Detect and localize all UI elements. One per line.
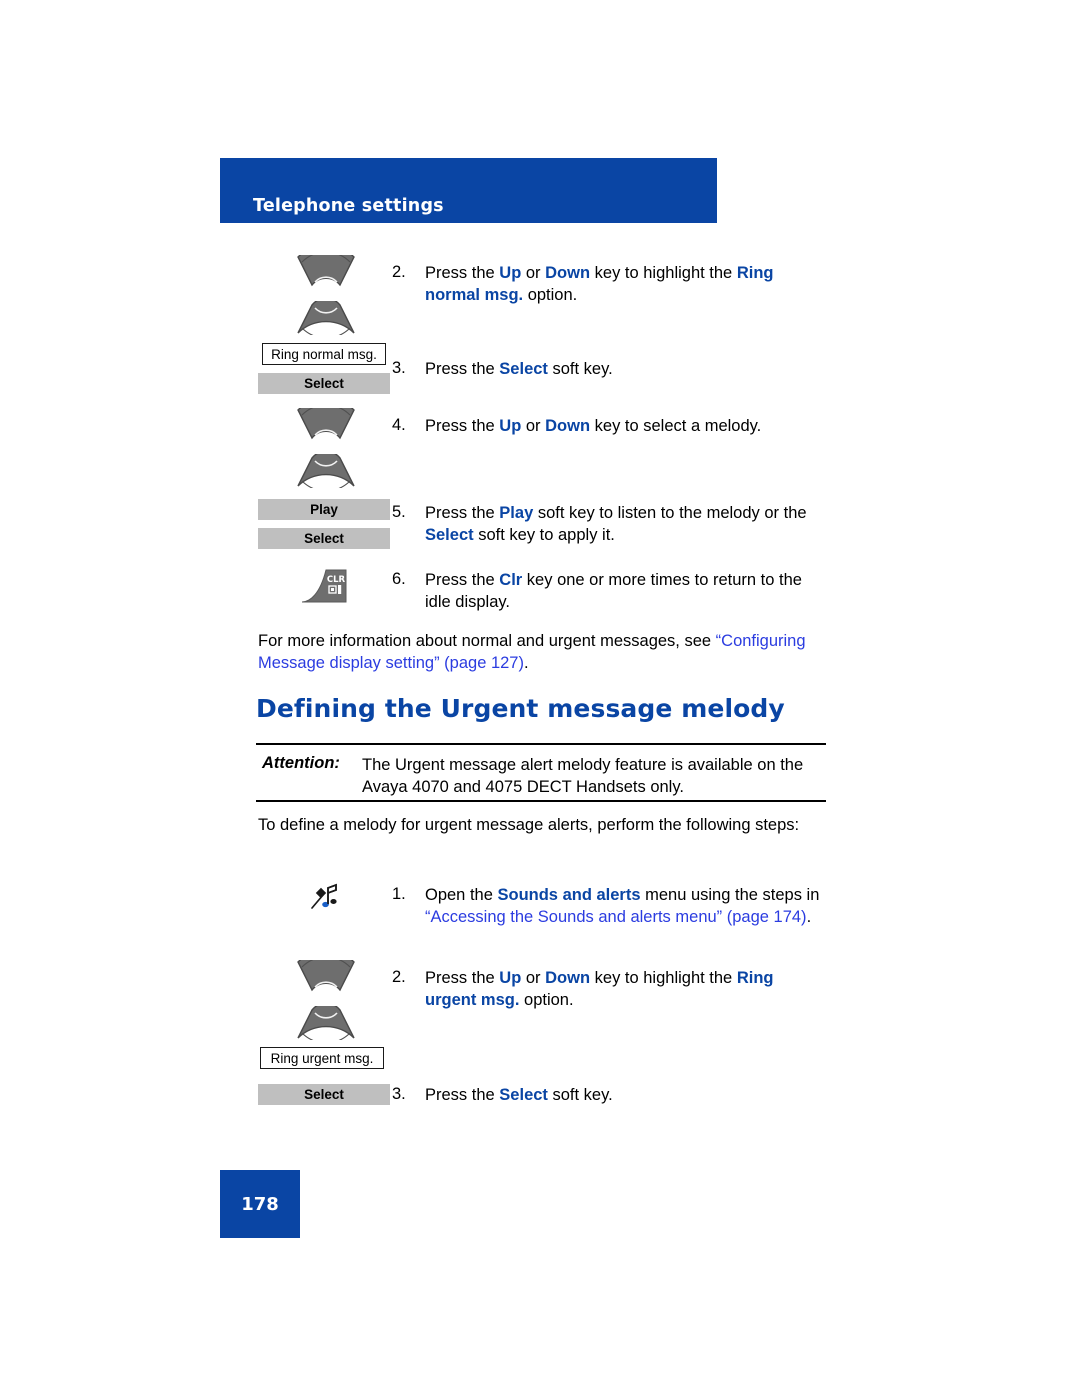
step-text: Press the Up or Down key to select a mel… <box>425 417 762 435</box>
attention-body: The Urgent message alert melody feature … <box>362 756 804 796</box>
step-number: 3. <box>392 359 406 377</box>
lcd-label-ring-urgent-msg: Ring urgent msg. <box>260 1047 384 1069</box>
step-text: Press the Up or Down key to highlight th… <box>425 264 774 304</box>
attention-top-rule <box>256 743 826 746</box>
step-text: Press the Clr key one or more times to r… <box>425 571 802 611</box>
attention-label: Attention: <box>262 754 340 772</box>
softkey-select-1[interactable]: Select <box>258 373 390 394</box>
rocker-up-wedge <box>296 960 356 994</box>
intro-paragraph: To define a melody for urgent message al… <box>258 816 800 834</box>
step-number: 4. <box>392 416 406 434</box>
step-text: Press the Play soft key to listen to the… <box>425 504 807 544</box>
softkey-select-2[interactable]: Select <box>258 528 390 549</box>
rocker-up-wedge <box>296 408 356 442</box>
rocker-up-down-key-icon <box>296 960 356 1040</box>
softkey-select-3[interactable]: Select <box>258 1084 390 1105</box>
step-number: 2. <box>392 968 406 986</box>
rocker-up-down-key-icon <box>296 255 356 335</box>
lcd-label-ring-normal-msg: Ring normal msg. <box>262 343 386 365</box>
sounds-and-alerts-icon <box>308 882 344 914</box>
page-number: 178 <box>241 1193 279 1215</box>
document-page: Telephone settings 2. Press the Up or Do… <box>0 0 1080 1397</box>
step-number: 2. <box>392 263 406 281</box>
rocker-down-wedge <box>296 454 356 488</box>
cross-reference-lead: For more information about normal and ur… <box>258 632 716 650</box>
step-text: Open the Sounds and alerts menu using th… <box>425 886 820 926</box>
clr-key-icon: CLR <box>300 568 348 604</box>
step-number: 3. <box>392 1085 406 1103</box>
rocker-up-down-key-icon <box>296 408 356 488</box>
step-text: Press the Select soft key. <box>425 1086 613 1104</box>
cross-reference-tail: . <box>523 654 529 672</box>
page-header-title: Telephone settings <box>253 196 444 216</box>
step-text: Press the Select soft key. <box>425 360 613 378</box>
rocker-down-wedge <box>296 301 356 335</box>
page-number-box: 178 <box>220 1170 300 1238</box>
rocker-down-wedge <box>296 1006 356 1040</box>
section-heading: Defining the Urgent message melody <box>256 694 785 723</box>
page-header-banner: Telephone settings <box>220 158 717 223</box>
softkey-play[interactable]: Play <box>258 499 390 520</box>
clr-key-label: CLR <box>327 575 346 585</box>
step-number: 5. <box>392 503 406 521</box>
cross-reference-paragraph: For more information about normal and ur… <box>258 630 828 674</box>
step-number: 1. <box>392 885 406 903</box>
rocker-up-wedge <box>296 255 356 289</box>
step-number: 6. <box>392 570 406 588</box>
step-text: Press the Up or Down key to highlight th… <box>425 969 774 1009</box>
attention-bottom-rule <box>256 800 826 803</box>
